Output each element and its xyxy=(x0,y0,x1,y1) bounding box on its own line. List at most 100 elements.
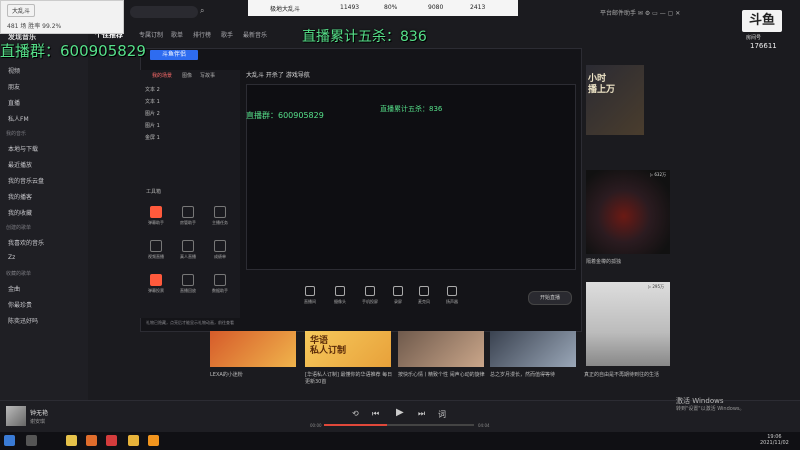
video-icon xyxy=(150,240,162,252)
playlist-card[interactable] xyxy=(210,331,296,367)
toolbox-title: 工具箱 xyxy=(146,189,162,195)
popup-mode-select[interactable]: 大乱斗 xyxy=(7,4,36,17)
playlist-caption[interactable]: 隔着金樽的孤独 xyxy=(586,258,621,265)
stream-title[interactable]: 大乱斗 开杀了 游戏导航 xyxy=(246,70,310,79)
tool-data[interactable]: 数据助手 xyxy=(206,274,234,294)
sidebar-item-friends[interactable]: 朋友 xyxy=(8,82,20,91)
go-live-button[interactable]: 开始直播 xyxy=(528,291,572,305)
time-total: 04:04 xyxy=(478,423,490,428)
tab-custom[interactable]: 专属订制 xyxy=(139,30,163,39)
mic-button[interactable]: 麦克风 xyxy=(412,286,436,305)
phone-cast-button[interactable]: 手机投屏 xyxy=(358,286,382,305)
tool-real-live[interactable]: 真人直播 xyxy=(174,240,202,260)
tab-playlist[interactable]: 歌单 xyxy=(171,30,183,39)
replay-icon xyxy=(182,274,194,286)
sidebar-item-liked[interactable]: 我喜欢的音乐 xyxy=(8,238,44,247)
stats-rate: 80% xyxy=(384,4,398,11)
start-icon[interactable] xyxy=(4,435,15,446)
tool-vote[interactable]: 弹幕投票 xyxy=(142,274,170,294)
app-icon[interactable] xyxy=(66,435,77,446)
tool-room-manager[interactable]: 房管助手 xyxy=(174,206,202,226)
sidebar-item-cloud[interactable]: 我的音乐云盘 xyxy=(8,176,44,185)
tool-tasks[interactable]: 主播任务 xyxy=(206,206,234,226)
phone-icon xyxy=(365,286,375,296)
playlist-card[interactable] xyxy=(398,331,484,367)
room-id: 176611 xyxy=(750,42,777,50)
camera-icon xyxy=(335,286,345,296)
song-title[interactable]: 钟无艳 xyxy=(30,408,48,417)
playlist-card[interactable] xyxy=(490,331,576,367)
tool-video-live[interactable]: 视频直播 xyxy=(142,240,170,260)
sidebar-section-collected: 收藏的歌单 xyxy=(6,271,32,277)
douyu-app-icon[interactable] xyxy=(148,435,159,446)
douyu-logo: 斗鱼 xyxy=(742,10,782,32)
card-caption[interactable]: 按快乐心情丨精致个性 闹声心动的旋律 xyxy=(398,372,486,379)
room-button[interactable]: 直播间 xyxy=(298,286,322,305)
tab-story[interactable]: 写故事 xyxy=(200,72,215,79)
sidebar-item-video[interactable]: 视频 xyxy=(8,66,20,75)
sidebar-item-podcast[interactable]: 我的播客 xyxy=(8,192,32,201)
tab-my-scene[interactable]: 我的场景 xyxy=(152,72,172,79)
tool-report[interactable]: 成绩单 xyxy=(206,240,234,260)
play-icon[interactable]: ▶ xyxy=(396,407,404,418)
card-caption[interactable]: 总之岁月漫长，然而值得等待 xyxy=(490,372,578,379)
sidebar-item-playlist-3[interactable]: 陈奕迅好吗 xyxy=(8,316,38,325)
sidebar-item-zz[interactable]: Zz xyxy=(8,254,15,261)
lyric-icon[interactable]: 词 xyxy=(438,409,446,420)
sidebar-item-local[interactable]: 本地与下载 xyxy=(8,144,38,153)
preview-kills-text: 直播累计五杀：836 xyxy=(380,105,443,113)
sidebar-item-live[interactable]: 直播 xyxy=(8,98,20,107)
search-icon[interactable]: ⌕ xyxy=(200,6,204,16)
tab-ranking[interactable]: 排行榜 xyxy=(193,30,211,39)
playlist-cover-wine[interactable] xyxy=(586,170,670,254)
search-input[interactable] xyxy=(130,6,198,18)
layer-item[interactable]: 图片 1 xyxy=(145,122,160,129)
next-icon[interactable]: ⏭ xyxy=(418,409,425,419)
companion-brand: 斗鱼伴侣 xyxy=(150,50,198,60)
song-artist[interactable]: 谢安琪 xyxy=(30,418,45,425)
sidebar-item-playlist-1[interactable]: 金曲 xyxy=(8,284,20,293)
clock-date: 2021/11/02 xyxy=(760,440,789,446)
camera-button[interactable]: 摄像头 xyxy=(328,286,352,305)
card-caption[interactable]: [华语私人订制] 最懂你的华语推荐 每日更新30首 xyxy=(305,372,393,386)
sidebar-item-recent[interactable]: 最近播放 xyxy=(8,160,32,169)
loop-icon[interactable]: ⟲ xyxy=(352,409,359,418)
mic-icon xyxy=(419,286,429,296)
speaker-button[interactable]: 扬声器 xyxy=(440,286,464,305)
music-app-icon[interactable] xyxy=(106,435,117,446)
sidebar-item-playlist-2[interactable]: 你最珍贵 xyxy=(8,300,32,309)
tool-danmaku[interactable]: 弹幕助手 xyxy=(142,206,170,226)
playlist-caption[interactable]: 真正的自由是不再期待到往的生活 xyxy=(584,372,674,379)
time-elapsed: 00:00 xyxy=(310,423,322,428)
tab-image[interactable]: 图像 xyxy=(182,72,192,79)
record-button[interactable]: 录屏 xyxy=(386,286,410,305)
chart-icon xyxy=(214,274,226,286)
app-icon[interactable] xyxy=(86,435,97,446)
tab-artist[interactable]: 歌手 xyxy=(221,30,233,39)
overlay-pentakill-count: 直播累计五杀：836 xyxy=(302,29,427,45)
playlist-cover-anime[interactable] xyxy=(586,282,670,366)
layer-item[interactable]: 图片 2 xyxy=(145,110,160,117)
app-icon[interactable] xyxy=(128,435,139,446)
song-cover[interactable] xyxy=(6,406,26,426)
sidebar-section-my-music: 我的音乐 xyxy=(6,131,27,137)
search-icon[interactable] xyxy=(26,435,37,446)
card-caption[interactable]: LEXA的小迷粉 xyxy=(210,372,298,379)
prev-icon[interactable]: ⏮ xyxy=(372,409,379,419)
stats-table: 极地大乱斗 11493 80% 9080 2413 xyxy=(248,0,518,16)
play-count: ▷ 295万 xyxy=(648,284,664,289)
window-controls[interactable]: 平台邮件助手 ✉ ⚙ ▭ — ▢ ✕ xyxy=(600,8,680,17)
play-count: ▷ 632万 xyxy=(650,172,666,177)
layer-item[interactable]: 金屏 1 xyxy=(145,134,160,141)
sidebar-section-created: 创建的歌单 xyxy=(6,225,32,231)
card-overlay-text: 华语 私人订制 xyxy=(310,336,347,356)
task-icon xyxy=(214,206,226,218)
tool-replay[interactable]: 直播回放 xyxy=(174,274,202,294)
report-icon xyxy=(214,240,226,252)
layer-item[interactable]: 文本 2 xyxy=(145,86,160,93)
record-icon xyxy=(393,286,403,296)
sidebar-item-collection[interactable]: 我的收藏 xyxy=(8,208,32,217)
tab-new-music[interactable]: 最新音乐 xyxy=(243,30,267,39)
sidebar-item-fm[interactable]: 私人FM xyxy=(8,114,29,123)
layer-item[interactable]: 文本 1 xyxy=(145,98,160,105)
